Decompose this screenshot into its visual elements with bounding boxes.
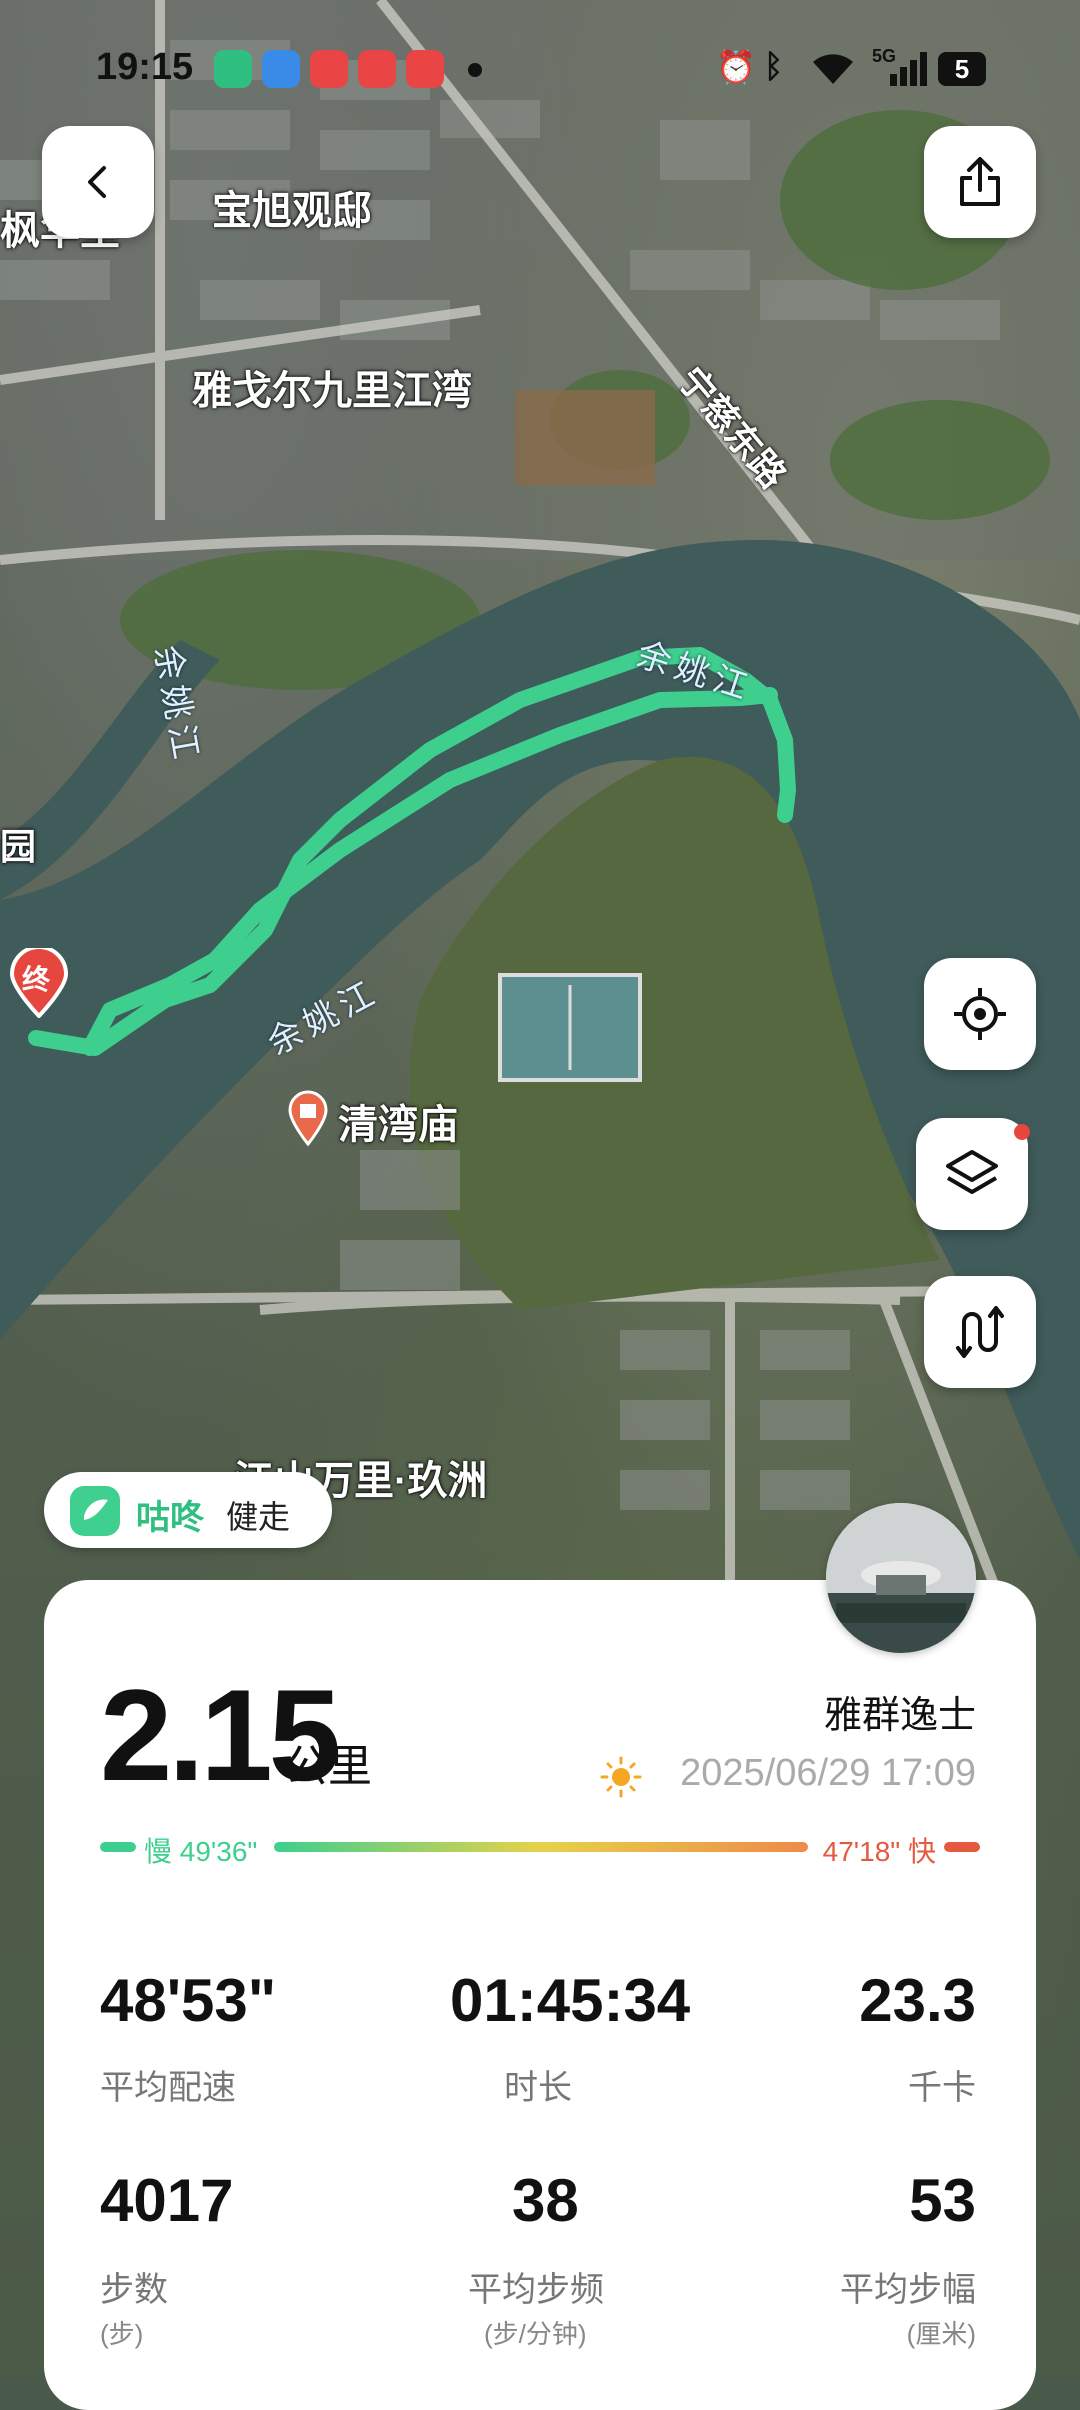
more-notifications-icon: [468, 63, 482, 77]
app-notification-icon: [310, 50, 348, 88]
signal-icon: [888, 52, 930, 86]
map-label[interactable]: 清湾庙: [338, 1092, 458, 1150]
map-label: 雅戈尔九里江湾: [192, 369, 472, 413]
alarm-icon: ⏰: [716, 49, 756, 85]
username: 雅群逸士: [823, 1695, 976, 1737]
route-curve-icon: [956, 1306, 1004, 1358]
route-style-button[interactable]: [924, 1276, 1036, 1388]
pace-fast-label: 47'18" 快: [822, 1836, 936, 1867]
avatar[interactable]: [826, 1503, 976, 1653]
status-time: 19:15: [96, 46, 194, 88]
locate-button[interactable]: [924, 958, 1036, 1070]
map-label: 园: [0, 826, 37, 867]
activity-datetime: 2025/06/29 17:09: [680, 1752, 976, 1794]
brand-name: 咕咚: [136, 1499, 204, 1537]
bluetooth-icon: ᛒ: [764, 48, 784, 84]
map-label: 宝旭观邸: [212, 189, 372, 233]
cadence-label: 平均步频: [468, 2271, 604, 2309]
app-notification-icon: [406, 50, 444, 88]
activity-type: 健走: [226, 1499, 291, 1535]
status-bar: 19:15 ⏰ ᛒ 5G 5: [0, 0, 1080, 130]
steps-unit: (步): [100, 2319, 144, 2349]
avg-pace-label: 平均配速: [100, 2069, 236, 2107]
sunny-weather-icon: [600, 1756, 642, 1798]
duration-value: 01:45:34: [450, 1967, 691, 2034]
chevron-left-icon: [88, 166, 106, 198]
pace-legend: 慢 49'36" 47'18" 快: [100, 1830, 980, 1867]
distance-unit: 公里: [284, 1742, 372, 1791]
duration-label: 时长: [504, 2069, 572, 2107]
share-icon: [960, 157, 1000, 206]
steps-label: 步数: [100, 2271, 168, 2309]
stride-unit: (厘米): [906, 2319, 976, 2349]
cadence-value: 38: [512, 2167, 579, 2234]
end-pin-label: 终: [22, 964, 51, 995]
app-notification-icon: [358, 50, 396, 88]
brand-badge: 咕咚 健走: [44, 1472, 332, 1548]
avg-pace-value: 48'53": [100, 1967, 277, 2034]
battery-icon: 5: [938, 52, 986, 86]
layers-button[interactable]: [916, 1118, 1030, 1230]
crosshair-icon: [954, 988, 1006, 1040]
pace-slow-label: 慢 49'36": [144, 1836, 258, 1867]
app-notification-icon: [262, 50, 300, 88]
notification-dot-icon: [1014, 1124, 1030, 1140]
back-button[interactable]: [42, 126, 154, 238]
temple-pin-icon[interactable]: [286, 1090, 330, 1146]
steps-value: 4017: [100, 2167, 234, 2234]
stride-value: 53: [909, 2167, 976, 2234]
codoon-logo-icon: [70, 1486, 120, 1536]
cadence-unit: (步/分钟): [484, 2319, 587, 2349]
share-button[interactable]: [924, 126, 1036, 238]
wifi-icon: [808, 50, 858, 86]
calories-value: 23.3: [859, 1967, 976, 2034]
app-notification-icon: [214, 50, 252, 88]
end-pin-icon[interactable]: 终: [10, 948, 68, 1018]
layers-icon: [946, 1150, 998, 1194]
calories-label: 千卡: [908, 2069, 976, 2107]
stride-label: 平均步幅: [840, 2271, 976, 2309]
